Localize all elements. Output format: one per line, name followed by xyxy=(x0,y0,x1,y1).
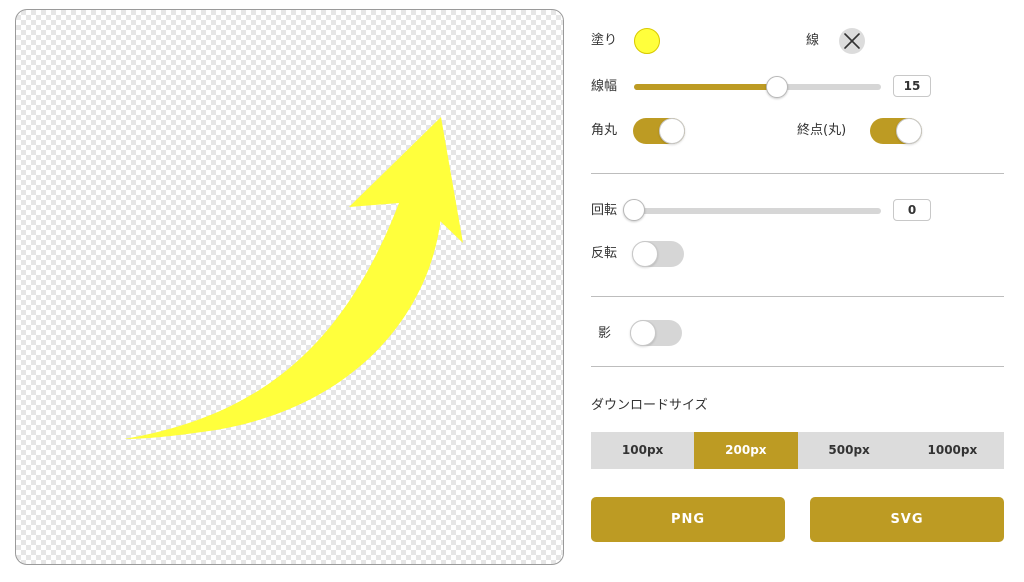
stroke-width-input[interactable]: 15 xyxy=(893,75,931,97)
flip-toggle[interactable] xyxy=(632,241,684,267)
download-size-selector: 100px 200px 500px 1000px xyxy=(591,432,1004,469)
arrow-shape xyxy=(124,117,463,439)
stroke-color-picker[interactable] xyxy=(839,28,865,54)
rotation-slider-thumb[interactable] xyxy=(623,199,645,221)
rotation-slider[interactable] xyxy=(634,208,881,214)
toggle-knob xyxy=(630,320,656,346)
fill-label: 塗り xyxy=(591,33,618,48)
toggle-knob xyxy=(659,118,685,144)
stroke-label: 線 xyxy=(806,33,820,48)
round-corner-toggle[interactable] xyxy=(633,118,685,144)
round-cap-toggle[interactable] xyxy=(870,118,922,144)
shadow-label: 影 xyxy=(598,326,612,341)
round-corner-label: 角丸 xyxy=(591,123,618,138)
size-option-100[interactable]: 100px xyxy=(591,432,694,469)
rotation-input[interactable]: 0 xyxy=(893,199,931,221)
divider xyxy=(591,173,1004,174)
size-option-200[interactable]: 200px xyxy=(694,432,798,469)
download-png-button[interactable]: PNG xyxy=(591,497,785,542)
stroke-width-slider-thumb[interactable] xyxy=(766,76,789,98)
size-option-500[interactable]: 500px xyxy=(798,432,901,469)
download-size-label: ダウンロードサイズ xyxy=(591,398,708,413)
rotation-label: 回転 xyxy=(591,203,618,218)
toggle-knob xyxy=(896,118,922,144)
divider xyxy=(591,366,1004,367)
download-svg-button[interactable]: SVG xyxy=(810,497,1004,542)
stroke-width-slider[interactable] xyxy=(634,84,881,90)
size-option-1000[interactable]: 1000px xyxy=(901,432,1004,469)
x-icon xyxy=(844,33,860,49)
preview-canvas xyxy=(15,9,564,565)
flip-label: 反転 xyxy=(591,246,618,261)
shadow-toggle[interactable] xyxy=(630,320,682,346)
stroke-width-slider-fill xyxy=(634,84,778,90)
round-cap-label: 終点(丸) xyxy=(797,123,847,138)
stroke-width-label: 線幅 xyxy=(591,79,618,94)
fill-color-picker[interactable] xyxy=(634,28,660,54)
divider xyxy=(591,296,1004,297)
toggle-knob xyxy=(632,241,658,267)
